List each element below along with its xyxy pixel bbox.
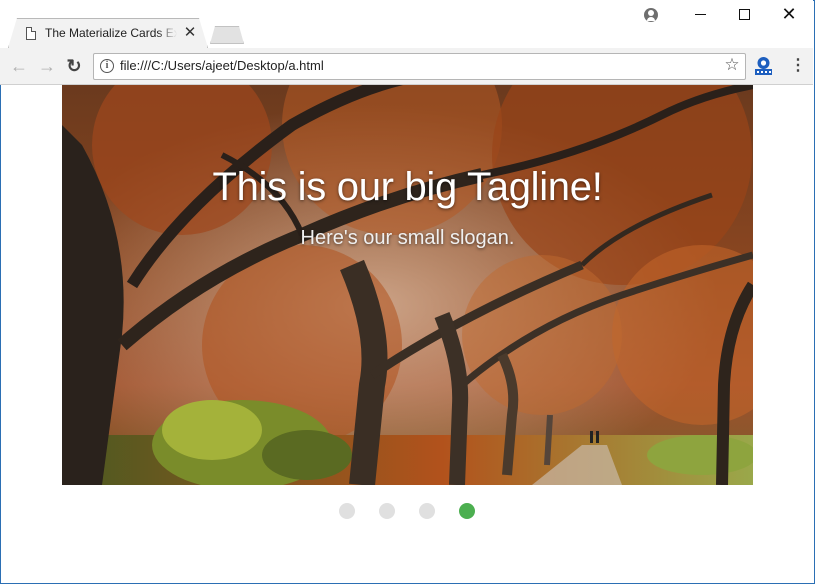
slide-caption-subtitle: Here's our small slogan. (300, 227, 515, 249)
browser-menu-button[interactable]: ⋮ (790, 56, 806, 76)
minimize-icon[interactable] (695, 14, 706, 15)
reload-button[interactable]: ↻ (64, 55, 84, 77)
profile-icon[interactable] (644, 8, 658, 22)
maximize-icon[interactable] (739, 9, 750, 20)
document-icon (26, 27, 36, 40)
slider-indicator-2[interactable] (379, 503, 395, 519)
slider-indicator-1[interactable] (339, 503, 355, 519)
bookmark-star-icon[interactable]: ☆ (723, 56, 741, 74)
extension-icon[interactable] (754, 56, 773, 76)
new-tab-button[interactable] (210, 26, 244, 44)
slider-indicator-3[interactable] (419, 503, 435, 519)
slide-caption-title: This is our big Tagline! (212, 165, 603, 209)
image-slider: This is our big Tagline! Here's our smal… (62, 85, 753, 485)
tab-title[interactable]: The Materialize Cards Example (45, 26, 177, 42)
tab-close-button[interactable]: ✕ (183, 25, 197, 41)
forward-button[interactable]: → (37, 55, 57, 77)
info-icon[interactable]: i (100, 59, 114, 73)
slider-indicator-4[interactable] (459, 503, 475, 519)
url-text[interactable]: file:///C:/Users/ajeet/Desktop/a.html (120, 58, 324, 74)
slide-image (62, 85, 753, 485)
slider-indicators (332, 502, 482, 520)
back-button[interactable]: ← (9, 55, 29, 77)
window-close-button[interactable]: ✕ (781, 5, 797, 23)
